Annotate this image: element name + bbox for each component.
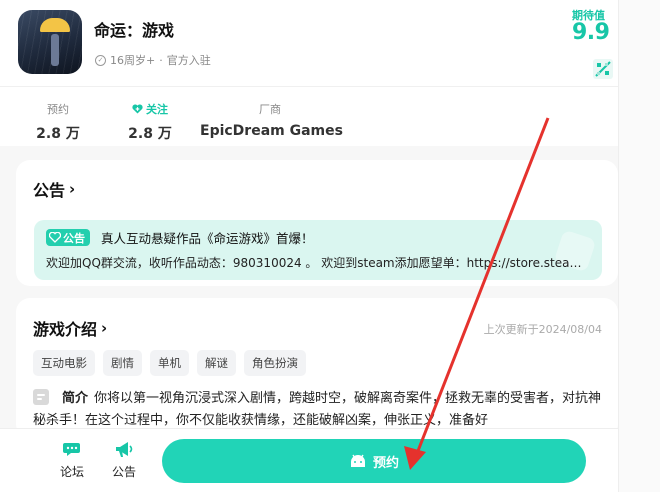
forum-label: 论坛 [59,465,84,479]
game-meta: ✓ 16周岁+ · 官方入驻 [95,52,211,68]
stat-value: 2.8 万 [128,126,172,142]
notice-card: 公告 › 公告 真人互动悬疑作品《命运游戏》首爆！ 欢迎加QQ群交流，收听作品动… [16,160,618,286]
reserve-label: 预约 [372,455,399,471]
intro-body: 你将以第一视角沉浸式深入剧情，跨越时空，破解离奇案件，拯救无辜的受害者，对抗神秘… [33,391,602,428]
intro-label: 简介 [62,391,89,406]
stat-label: 关注 [146,103,168,116]
bottom-action-bar: 论坛 公告 预约 [0,428,618,492]
meta-separator: · [159,53,163,67]
game-title: 命运：游戏 [94,21,175,40]
heart-badge-icon [49,232,61,243]
android-icon [350,454,365,467]
game-header: 命运：游戏 ✓ 16周岁+ · 官方入驻 期待值 9.9 [0,0,618,86]
chevron-right-icon: › [69,180,76,198]
tag[interactable]: 解谜 [197,350,236,376]
document-icon [33,389,49,405]
megaphone-icon [116,442,133,457]
game-detail-page: 命运：游戏 ✓ 16周岁+ · 官方入驻 期待值 9.9 预约 2.8 万 关注… [0,0,660,492]
forum-chat-icon [63,443,80,456]
stat-developer[interactable]: 厂商 EpicDream Games [200,101,343,139]
intro-card: 游戏介绍 › 上次更新于2024/08/04 互动电影 剧情 单机 解谜 角色扮… [16,298,618,438]
tag[interactable]: 角色扮演 [244,350,306,376]
tag[interactable]: 剧情 [103,350,142,376]
forum-button[interactable]: 论坛 [52,441,92,480]
stat-value: 2.8 万 [36,126,80,142]
stat-reservations: 预约 2.8 万 [36,101,80,143]
verified-check-icon: ✓ [95,54,106,66]
official-label: 官方入驻 [166,54,211,67]
notice-headline: 真人互动悬疑作品《命运游戏》首爆！ [101,231,314,246]
announcement-label: 公告 [111,465,136,479]
game-app-icon [18,10,82,74]
tag[interactable]: 单机 [150,350,189,376]
qr-code-icon[interactable] [592,58,614,80]
announcement-button[interactable]: 公告 [104,441,144,480]
age-rating: 16周岁+ [110,54,156,67]
updated-date: 上次更新于2024/08/04 [483,323,602,336]
reserve-button[interactable]: 预约 [162,439,586,483]
section-title: 游戏介绍 [33,320,98,339]
rating-value: 9.9 [572,20,610,45]
notice-section-header[interactable]: 公告 › [33,177,75,201]
notice-body: 欢迎加QQ群交流，收听作品动态：980310024 。 欢迎到steam添加愿望… [46,256,586,270]
intro-text[interactable]: 简介 你将以第一视角沉浸式深入剧情，跨越时空，破解离奇案件，拯救无辜的受害者，对抗… [33,388,603,432]
stat-value: EpicDream Games [200,123,343,139]
intro-section-header[interactable]: 游戏介绍 › [33,316,107,340]
stat-label: 预约 [47,103,69,116]
badge-label: 公告 [63,231,85,245]
stat-label: 厂商 [259,103,281,116]
heart-plus-icon [132,104,143,114]
scrollbar-track[interactable] [618,0,660,492]
follow-button[interactable]: 关注 2.8 万 [124,101,176,143]
section-title: 公告 [33,181,66,200]
chevron-right-icon: › [101,319,108,337]
tag-list: 互动电影 剧情 单机 解谜 角色扮演 [33,350,306,376]
tag[interactable]: 互动电影 [33,350,95,376]
notice-badge: 公告 [46,229,90,246]
stats-row: 预约 2.8 万 关注 2.8 万 厂商 EpicDream Games [0,86,618,146]
notice-item[interactable]: 公告 真人互动悬疑作品《命运游戏》首爆！ 欢迎加QQ群交流，收听作品动态：980… [34,220,602,280]
